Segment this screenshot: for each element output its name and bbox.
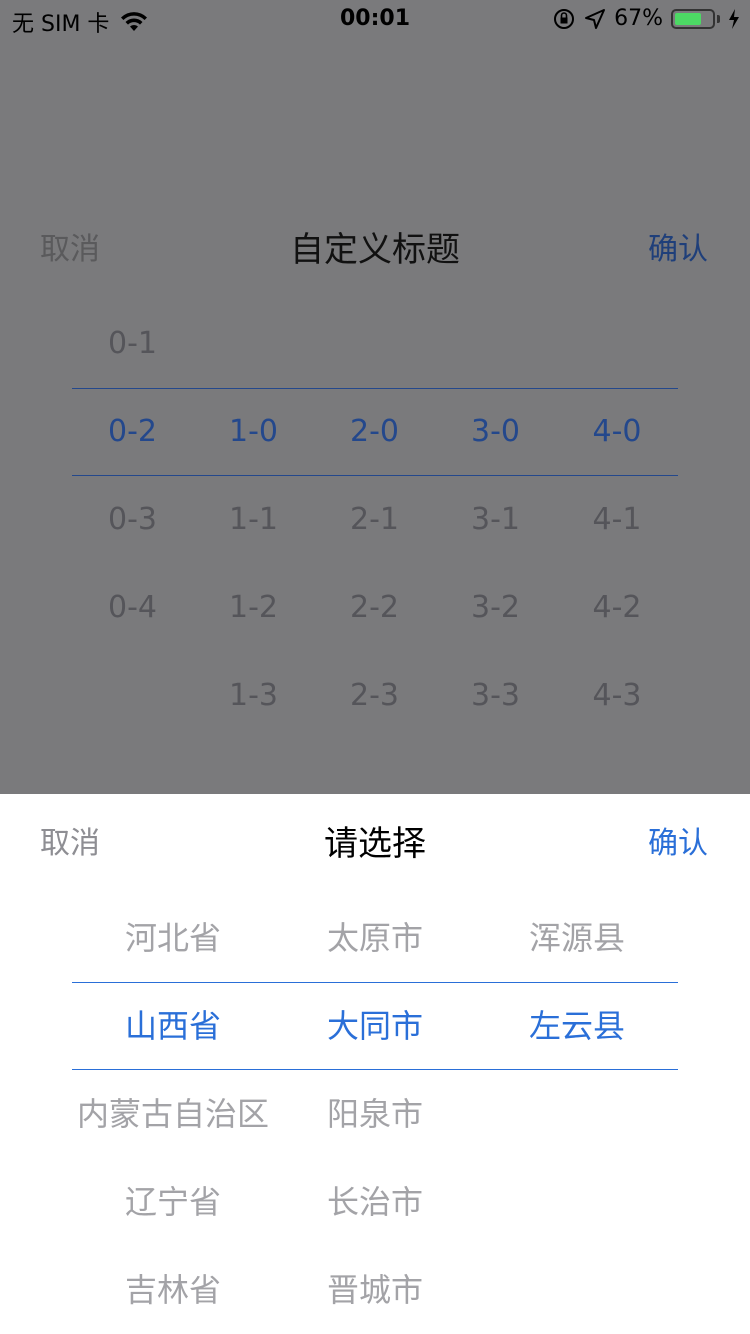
wheel-item[interactable]: 1-1 xyxy=(193,476,314,564)
wheel-item[interactable]: 1-2 xyxy=(193,564,314,652)
region-picker-title: 请选择 xyxy=(324,824,426,864)
wheel-item[interactable]: 3-1 xyxy=(435,476,556,564)
wheel-item[interactable]: 0-3 xyxy=(72,476,193,564)
wheel-item[interactable]: 3-3 xyxy=(435,652,556,740)
status-right: 67% xyxy=(552,6,740,31)
wheel-item[interactable]: 0-1 xyxy=(72,300,193,388)
charging-bolt-icon xyxy=(729,8,739,29)
custom-picker-title: 自定义标题 xyxy=(290,230,460,270)
region-picker-header: 取消 请选择 确认 xyxy=(0,814,750,874)
battery-percent: 67% xyxy=(614,6,663,31)
battery-cap xyxy=(717,14,720,23)
wheel-item-selected[interactable]: 1-0 xyxy=(193,388,314,476)
wheel-item[interactable]: 1-3 xyxy=(193,652,314,740)
wheel-item-selected[interactable]: 3-0 xyxy=(435,388,556,476)
custom-wheel-col-2[interactable]: 2-0 2-1 2-2 2-3 xyxy=(314,388,435,740)
wheel-item-selected[interactable]: 2-0 xyxy=(314,388,435,476)
custom-confirm-button[interactable]: 确认 xyxy=(648,220,708,280)
battery-fill xyxy=(675,12,701,25)
province-item[interactable]: 辽宁省 xyxy=(72,1158,274,1246)
region-confirm-button[interactable]: 确认 xyxy=(648,814,708,874)
custom-wheel-col-0[interactable]: 0-1 0-2 0-3 0-4 xyxy=(72,300,193,652)
wheel-item-selected[interactable]: 4-0 xyxy=(556,388,678,476)
city-item[interactable]: 晋城市 xyxy=(274,1246,476,1334)
province-item[interactable]: 内蒙古自治区 xyxy=(72,1070,274,1158)
city-item[interactable]: 太原市 xyxy=(274,894,476,982)
wheel-item[interactable]: 2-1 xyxy=(314,476,435,564)
dim-overlay[interactable]: 无 SIM 卡 00:01 67% 取消 自定义标题 确认 0-1 0-2 0-… xyxy=(0,0,750,794)
wheel-item[interactable]: 3-2 xyxy=(435,564,556,652)
wheel-item[interactable]: 0-4 xyxy=(72,564,193,652)
custom-wheel-col-3[interactable]: 3-0 3-1 3-2 3-3 xyxy=(435,388,556,740)
orientation-lock-icon xyxy=(554,8,575,29)
city-wheel[interactable]: 太原市 大同市 阳泉市 长治市 晋城市 xyxy=(274,894,476,1334)
wheel-item[interactable]: 2-2 xyxy=(314,564,435,652)
county-item-selected[interactable]: 左云县 xyxy=(476,982,678,1070)
custom-wheel-col-4[interactable]: 4-0 4-1 4-2 4-3 xyxy=(556,388,678,740)
city-item[interactable]: 阳泉市 xyxy=(274,1070,476,1158)
custom-picker-header: 取消 自定义标题 确认 xyxy=(0,220,750,280)
custom-wheel-col-1[interactable]: 1-0 1-1 1-2 1-3 xyxy=(193,388,314,740)
city-item-selected[interactable]: 大同市 xyxy=(274,982,476,1070)
province-item[interactable]: 河北省 xyxy=(72,894,274,982)
wheel-item[interactable]: 4-3 xyxy=(556,652,678,740)
wheel-item[interactable]: 2-3 xyxy=(314,652,435,740)
county-wheel[interactable]: 浑源县 左云县 xyxy=(476,894,678,1070)
province-wheel[interactable]: 河北省 山西省 内蒙古自治区 辽宁省 吉林省 xyxy=(72,894,274,1334)
wheel-item-selected[interactable]: 0-2 xyxy=(72,388,193,476)
province-item[interactable]: 吉林省 xyxy=(72,1246,274,1334)
wheel-item[interactable]: 4-1 xyxy=(556,476,678,564)
region-picker-sheet: 取消 请选择 确认 河北省 山西省 内蒙古自治区 辽宁省 吉林省 太原市 大同市… xyxy=(0,794,750,1334)
battery-icon xyxy=(671,8,715,29)
status-bar: 无 SIM 卡 00:01 67% xyxy=(0,0,750,40)
location-arrow-icon xyxy=(585,8,606,29)
province-item-selected[interactable]: 山西省 xyxy=(72,982,274,1070)
county-item[interactable]: 浑源县 xyxy=(476,894,678,982)
city-item[interactable]: 长治市 xyxy=(274,1158,476,1246)
wheel-item[interactable]: 4-2 xyxy=(556,564,678,652)
